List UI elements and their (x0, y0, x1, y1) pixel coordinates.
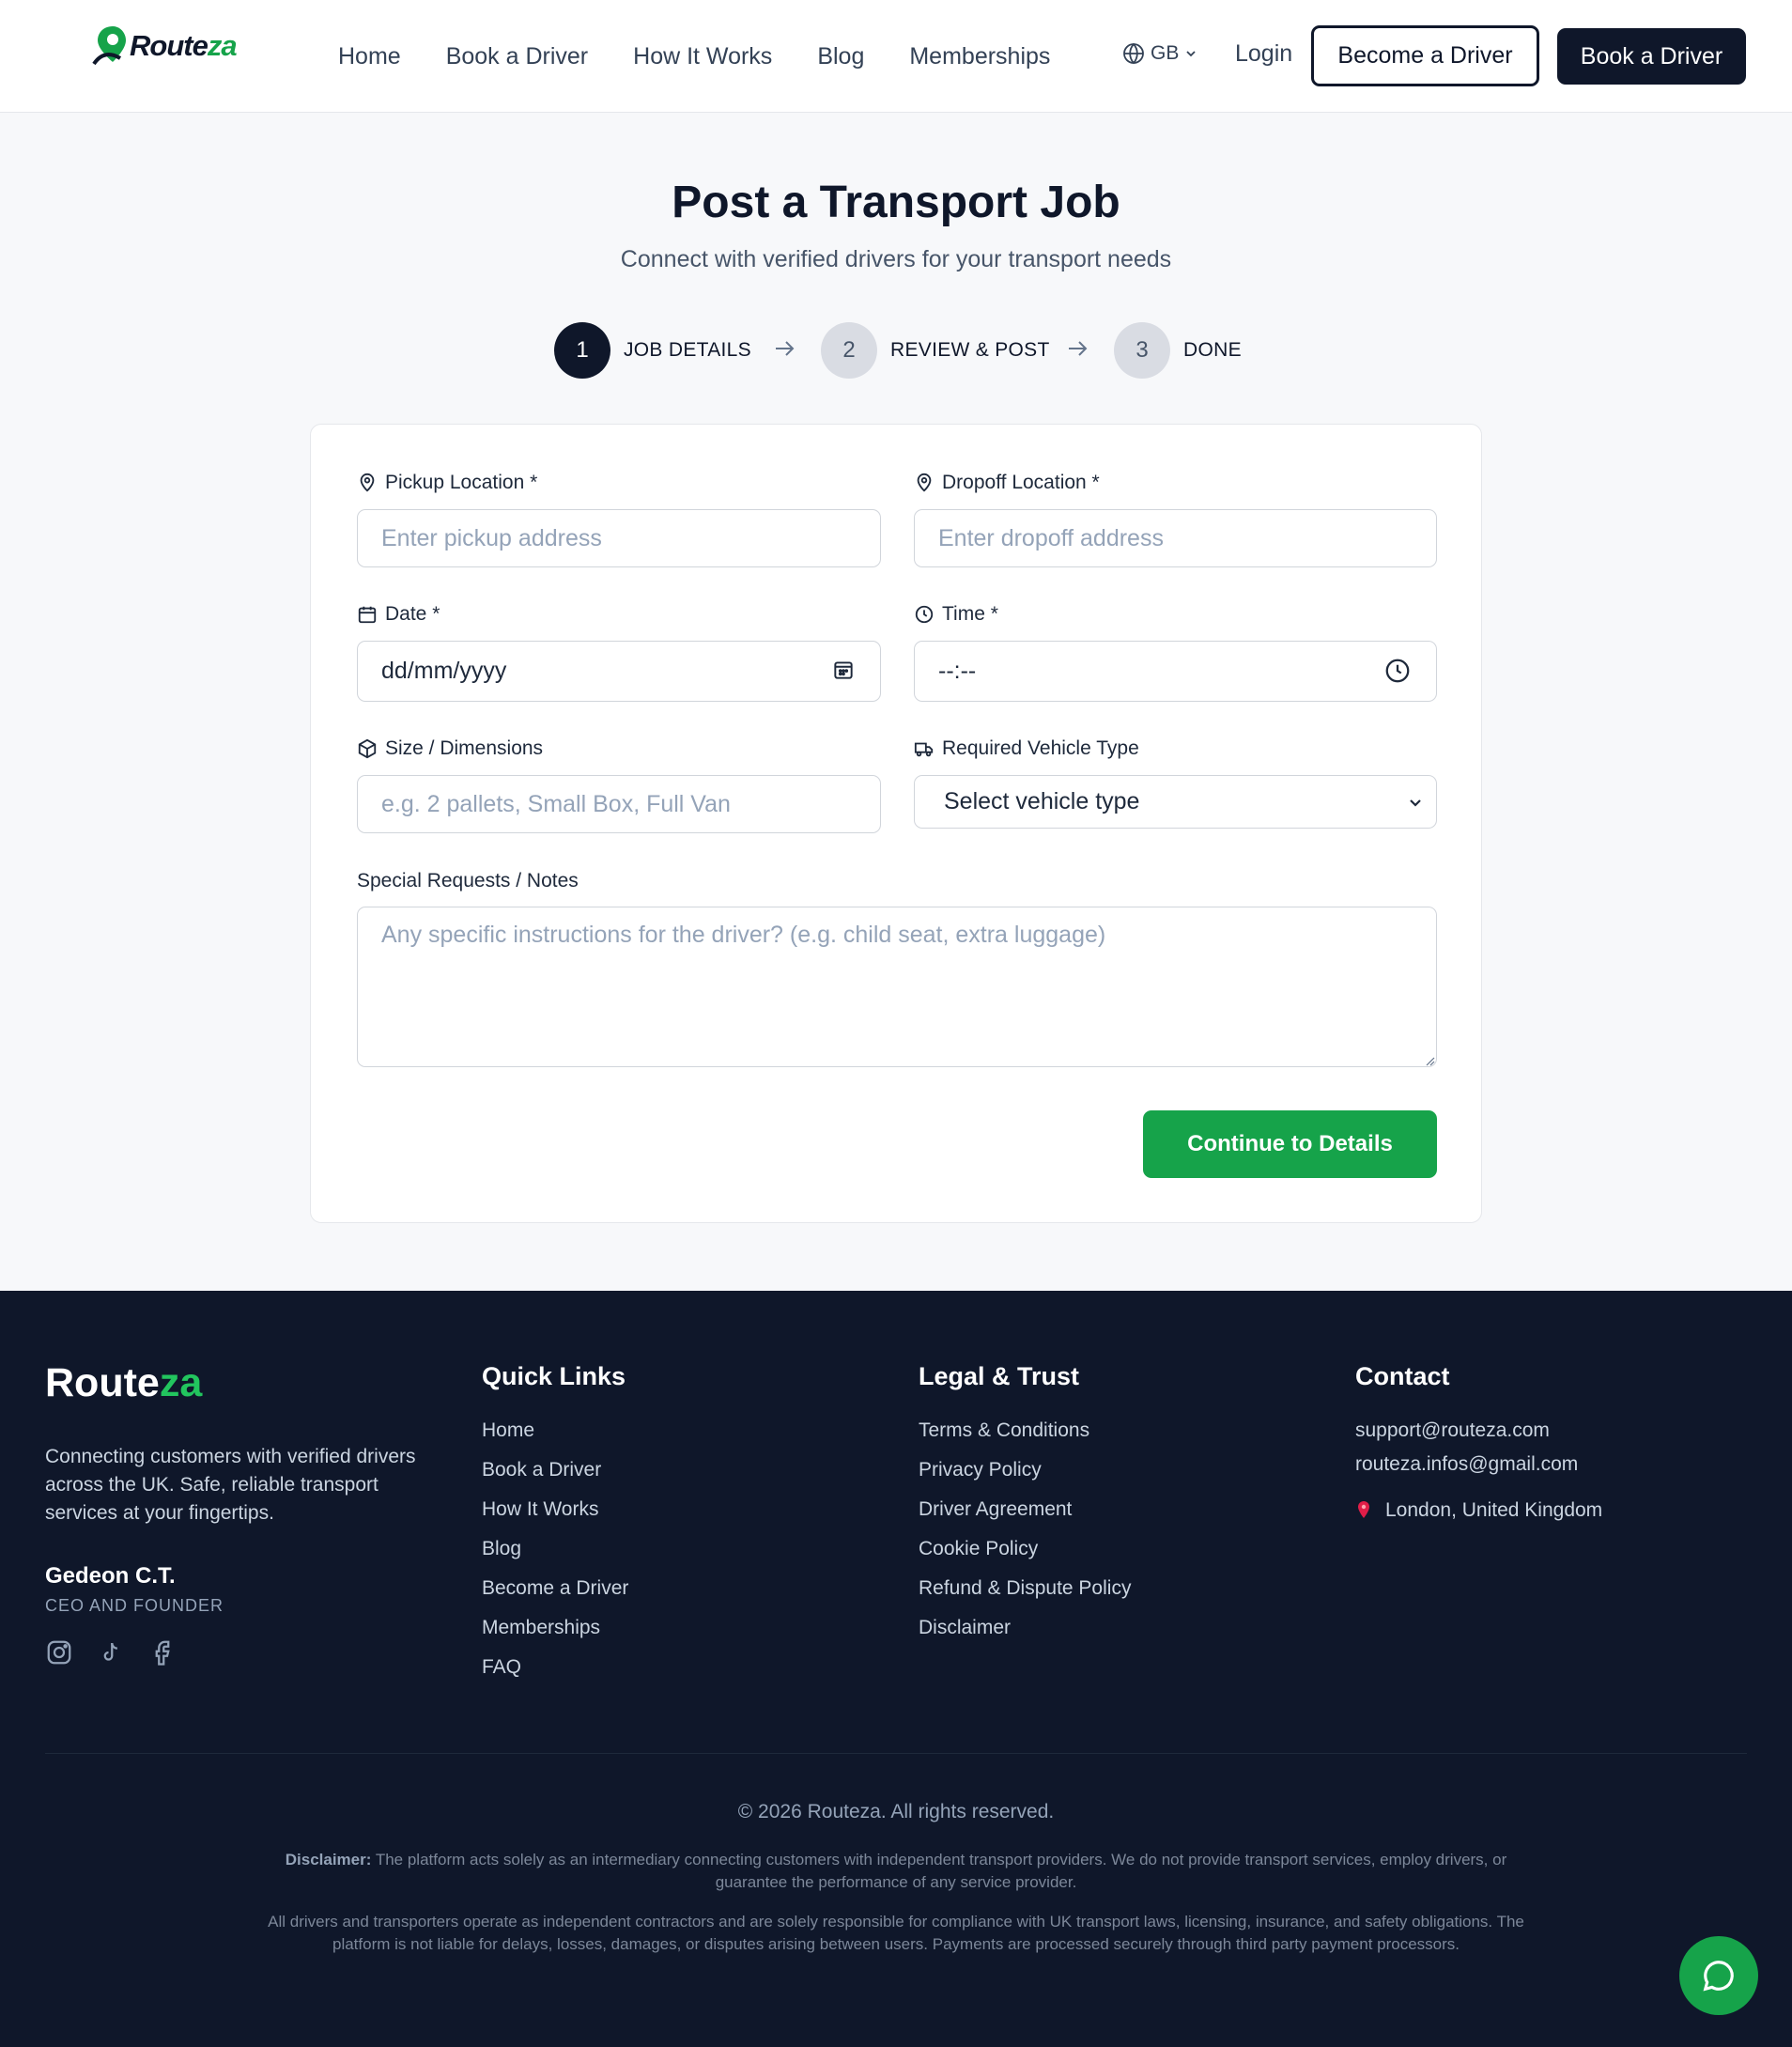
footer-link-refund-dispute[interactable]: Refund & Dispute Policy (919, 1577, 1131, 1617)
chevron-down-icon (1410, 799, 1421, 807)
footer-link-home[interactable]: Home (482, 1419, 628, 1459)
calendar-icon (358, 606, 377, 624)
footer-link-privacy[interactable]: Privacy Policy (919, 1459, 1131, 1498)
nav-home[interactable]: Home (338, 43, 401, 70)
map-pin-icon (360, 473, 375, 492)
time-label: Time * (914, 603, 998, 626)
step-job-details: 1 JOB DETAILS (554, 322, 751, 379)
founder-role: CEO AND FOUNDER (45, 1596, 224, 1615)
contact-title: Contact (1355, 1362, 1450, 1390)
clock-picker-icon[interactable] (1383, 657, 1412, 685)
footer-link-disclaimer[interactable]: Disclaimer (919, 1617, 1131, 1656)
nav-memberships[interactable]: Memberships (909, 43, 1050, 70)
step-number: 2 (821, 322, 877, 379)
arrow-right-icon (1069, 341, 1088, 356)
notes-textarea[interactable]: Any specific instructions for the driver… (357, 907, 1437, 1067)
contact-emails: support@routeza.com routeza.infos@gmail.… (1355, 1419, 1578, 1487)
step-review-post: 2 REVIEW & POST (821, 322, 1050, 379)
footer-link-blog[interactable]: Blog (482, 1538, 628, 1577)
language-selector[interactable]: GB (1122, 42, 1197, 65)
footer-link-terms[interactable]: Terms & Conditions (919, 1419, 1131, 1459)
footer-logo[interactable]: Routeza (45, 1360, 202, 1406)
nav-blog[interactable]: Blog (817, 43, 864, 70)
logo-text: Routeza (130, 29, 238, 62)
page-subtitle: Connect with verified drivers for your t… (620, 246, 1172, 272)
footer-description: Connecting customers with verified drive… (45, 1446, 416, 1524)
site-footer: Routeza Connecting customers with verifi… (0, 1291, 1792, 2047)
map-pin-icon (917, 473, 932, 492)
vehicle-label: Required Vehicle Type (914, 737, 1139, 760)
calendar-picker-icon[interactable] (831, 658, 856, 682)
facebook-icon[interactable] (148, 1638, 177, 1667)
footer-link-faq[interactable]: FAQ (482, 1656, 628, 1696)
package-icon (358, 738, 377, 759)
dropoff-label: Dropoff Location * (914, 472, 1100, 494)
resize-handle-icon[interactable] (1424, 1055, 1435, 1066)
chevron-down-icon (1186, 51, 1196, 57)
logo-pin-icon (92, 26, 126, 66)
step-done: 3 DONE (1114, 322, 1242, 379)
time-value: --:-- (938, 658, 977, 684)
become-driver-button[interactable]: Become a Driver (1311, 25, 1539, 86)
footer-link-book-a-driver[interactable]: Book a Driver (482, 1459, 628, 1498)
date-input[interactable]: dd/mm/yyyy (357, 641, 881, 702)
step-label: JOB DETAILS (624, 339, 751, 361)
date-value: dd/mm/yyyy (381, 658, 507, 684)
contact-location: London, United Kingdom (1355, 1499, 1602, 1522)
notes-label: Special Requests / Notes (357, 870, 579, 892)
chat-button[interactable] (1679, 1936, 1758, 2015)
contact-email-support[interactable]: support@routeza.com (1355, 1419, 1578, 1453)
pickup-input[interactable]: Enter pickup address (357, 509, 881, 567)
contact-email-infos[interactable]: routeza.infos@gmail.com (1355, 1453, 1578, 1487)
instagram-icon[interactable] (45, 1638, 73, 1667)
nav-how-it-works[interactable]: How It Works (633, 43, 772, 70)
book-driver-button[interactable]: Book a Driver (1557, 28, 1746, 85)
founder-name: Gedeon C.T. (45, 1563, 176, 1589)
vehicle-select[interactable]: Select vehicle type (914, 775, 1437, 829)
disclaimer-text: Disclaimer: The platform acts solely as … (285, 1851, 1507, 1891)
page-title: Post a Transport Job (672, 178, 1120, 227)
location-pin-icon (1358, 1501, 1369, 1518)
site-header: Routeza Home Book a Driver How It Works … (0, 0, 1792, 113)
step-label: REVIEW & POST (890, 339, 1050, 361)
step-number: 3 (1114, 322, 1170, 379)
step-number: 1 (554, 322, 610, 379)
clock-icon (915, 605, 934, 624)
size-input[interactable]: e.g. 2 pallets, Small Box, Full Van (357, 775, 881, 833)
footer-link-how-it-works[interactable]: How It Works (482, 1498, 628, 1538)
footer-link-become-a-driver[interactable]: Become a Driver (482, 1577, 628, 1617)
language-code: GB (1151, 42, 1180, 64)
nav-book-a-driver[interactable]: Book a Driver (446, 43, 588, 70)
footer-link-memberships[interactable]: Memberships (482, 1617, 628, 1656)
vehicle-value: Select vehicle type (944, 788, 1140, 814)
footer-link-driver-agreement[interactable]: Driver Agreement (919, 1498, 1131, 1538)
job-form-card: Pickup Location * Enter pickup address D… (310, 424, 1482, 1223)
main-nav: Home Book a Driver How It Works Blog Mem… (338, 0, 1050, 113)
quick-links-title: Quick Links (482, 1362, 626, 1390)
copyright-text: © 2026 Routeza. All rights reserved. (737, 1801, 1055, 1822)
pickup-label: Pickup Location * (357, 472, 537, 494)
truck-icon (914, 742, 934, 757)
arrow-right-icon (776, 341, 795, 356)
globe-icon (1123, 42, 1144, 65)
disclaimer-text-2: All drivers and transporters operate as … (268, 1913, 1524, 1953)
time-input[interactable]: --:-- (914, 641, 1437, 702)
footer-link-cookie-policy[interactable]: Cookie Policy (919, 1538, 1131, 1577)
quick-links-list: Home Book a Driver How It Works Blog Bec… (482, 1419, 628, 1696)
size-label: Size / Dimensions (357, 737, 543, 760)
login-link[interactable]: Login (1235, 40, 1292, 68)
footer-divider (45, 1753, 1747, 1754)
continue-button[interactable]: Continue to Details (1143, 1110, 1437, 1178)
step-label: DONE (1183, 339, 1242, 361)
brand-logo[interactable]: Routeza (92, 24, 238, 68)
legal-title: Legal & Trust (919, 1362, 1080, 1390)
tiktok-icon[interactable] (97, 1638, 125, 1667)
chat-bubble-icon (1703, 1961, 1734, 1992)
legal-links-list: Terms & Conditions Privacy Policy Driver… (919, 1419, 1131, 1656)
date-label: Date * (357, 603, 440, 626)
dropoff-input[interactable]: Enter dropoff address (914, 509, 1437, 567)
